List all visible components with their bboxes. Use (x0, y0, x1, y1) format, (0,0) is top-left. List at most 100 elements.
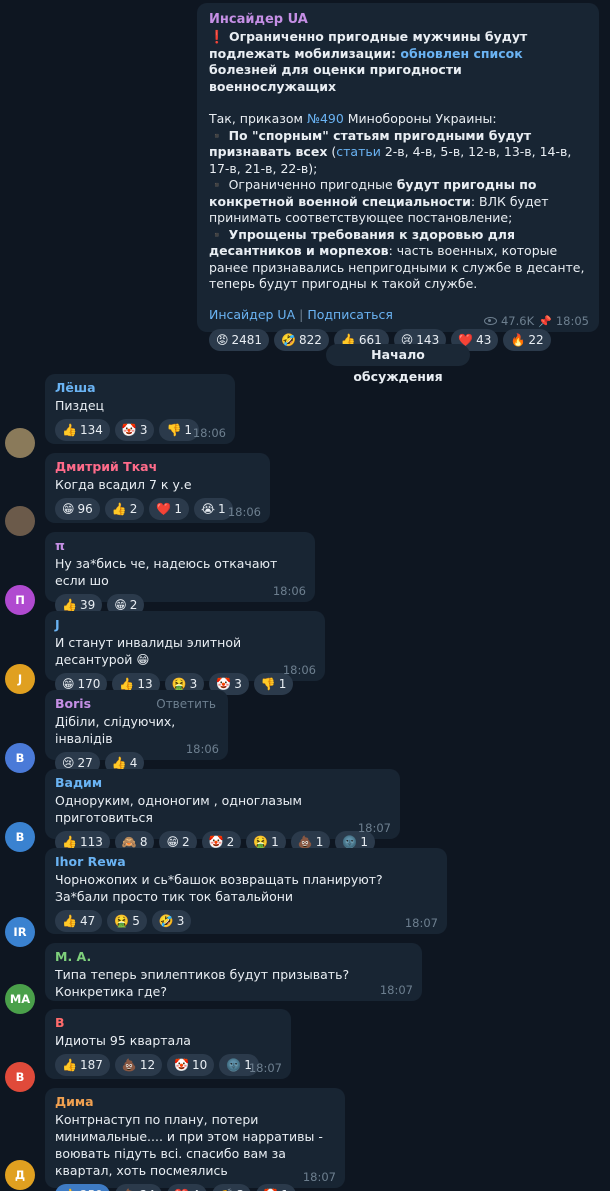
footer-channel-link[interactable]: Инсайдер UA (209, 307, 295, 322)
reaction-pill[interactable]: 👏3 (211, 1184, 252, 1191)
avatar[interactable]: IR (5, 917, 35, 947)
post-bullet-3: ▪️ Упрощены требования к здоровью для де… (209, 227, 587, 293)
reaction-pill[interactable]: 👍259 (55, 1184, 110, 1191)
avatar[interactable]: П (5, 585, 35, 615)
avatar[interactable]: J (5, 664, 35, 694)
comment-reactions: 👍 187 💩 12 🤡 10 🌚 1 (55, 1054, 281, 1076)
comment-author[interactable]: Вадим (55, 775, 390, 791)
comment-text: Идиоты 95 квартала (55, 1033, 191, 1048)
bullet-2-a: Ограниченно пригодные (228, 177, 397, 192)
reaction-emoji-icon: ❤️ (156, 502, 172, 516)
comment-author[interactable]: M. A. (55, 949, 412, 965)
reaction-pill[interactable]: 😭 1 (193, 498, 233, 520)
reaction-count: 12 (139, 1058, 156, 1072)
order-link[interactable]: №490 (307, 111, 344, 126)
reaction-emoji-icon: 👍 (62, 1058, 77, 1072)
reaction-emoji-icon: 🤡 (216, 677, 232, 691)
reaction-emoji-icon: 😡 (216, 332, 229, 347)
comment-author[interactable]: π (55, 538, 305, 554)
reaction-pill[interactable]: 🤮 5 (107, 910, 147, 932)
comment-author[interactable]: Лёша (55, 380, 225, 396)
reaction-pill[interactable]: 💩24 (114, 1184, 163, 1191)
subscribe-link[interactable]: Подписаться (307, 307, 393, 322)
reaction-emoji-icon: 🔥 (510, 332, 526, 347)
reaction-emoji-icon: 🌚 (342, 835, 358, 849)
comment-text: Чорножопих и сь*башок возвращать планиру… (55, 872, 383, 904)
comment-bubble: Ihor Rewa Чорножопих и сь*башок возвращат… (45, 848, 447, 934)
reaction-count: 3 (176, 914, 185, 928)
reaction-count: 2481 (231, 332, 263, 347)
discussion-start-label: Начало обсуждения (326, 344, 470, 384)
comment-bubble: Дмитрий Ткач Когда всадил 7 к у.е 😁 96 👍 2 ❤️ 1… (45, 453, 270, 523)
reaction-emoji-icon: 👎 (166, 423, 182, 437)
reaction-pill[interactable]: 😁 96 (55, 498, 100, 520)
comment-text: Контрнаступ по плану, потери минимальные… (55, 1112, 323, 1178)
comment-author[interactable]: В (55, 1015, 281, 1031)
reaction-emoji-icon: 🤮 (253, 835, 269, 849)
reaction-count: 27 (77, 756, 93, 770)
reaction-pill[interactable]: 👍 47 (55, 910, 103, 932)
reaction-pill[interactable]: 👍 2 (104, 498, 145, 520)
views-count: 47.6K (500, 314, 535, 328)
reaction-emoji-icon: 😁 (62, 502, 75, 516)
post-headline-link[interactable]: обновлен список (400, 46, 522, 61)
avatar[interactable]: MA (5, 984, 35, 1014)
reaction-emoji-icon: 🤡 (208, 835, 224, 849)
reaction-emoji-icon: 🌚 (226, 1058, 242, 1072)
reaction-pill[interactable]: 🤣 3 (151, 910, 192, 932)
reaction-emoji-icon: 👍 (62, 598, 77, 612)
reaction-count: 39 (79, 598, 96, 612)
reaction-count: 170 (77, 677, 101, 691)
reaction-pill[interactable]: 🤡 10 (167, 1054, 215, 1076)
reaction-pill[interactable]: 🤣 822 (274, 328, 329, 351)
reaction-count: 3 (234, 677, 242, 691)
reaction-count: 96 (77, 502, 93, 516)
reaction-emoji-icon: 👍 (62, 914, 77, 928)
reaction-count: 2 (129, 598, 138, 612)
post-channel-name[interactable]: Инсайдер UA (209, 11, 587, 29)
comment-author[interactable]: Дима (55, 1094, 335, 1110)
avatar[interactable] (5, 428, 35, 458)
comment-time: 18:07 (302, 1170, 336, 1184)
avatar[interactable]: В (5, 1062, 35, 1092)
comment-bubble: Вадим Одноруким, одноногим , одноглазым п… (45, 769, 400, 853)
reaction-pill[interactable]: 🔥 22 (503, 328, 551, 351)
comment-text: Пиздец (55, 398, 105, 413)
comment-author[interactable]: Ihor Rewa (55, 854, 437, 870)
reaction-emoji-icon: 💩 (297, 835, 313, 849)
avatar[interactable]: В (5, 822, 35, 852)
reaction-count: 1 (278, 677, 287, 691)
comment-bubble: Дима Контрнаступ по плану, потери минимал… (45, 1088, 345, 1191)
reaction-count: 4 (129, 756, 138, 770)
reaction-count: 8 (139, 835, 148, 849)
bullet-icon: ▪️ (209, 127, 225, 143)
reaction-count: 1 (360, 835, 368, 849)
footer-separator: | (299, 306, 304, 322)
reaction-pill[interactable]: ❤️ 1 (149, 498, 189, 520)
reaction-count: 5 (132, 914, 140, 928)
reaction-pill[interactable]: 🤡1 (256, 1184, 296, 1191)
reaction-pill[interactable]: 🤡 3 (114, 419, 155, 441)
reaction-pill[interactable]: 😡 2481 (209, 328, 270, 351)
comment-author[interactable]: Дмитрий Ткач (55, 459, 260, 475)
intro-text-b: Минобороны Украины: (343, 111, 497, 126)
reaction-pill[interactable]: ❤️4 (167, 1184, 207, 1191)
avatar[interactable] (5, 506, 35, 536)
exclamation-icon: ❗ (209, 29, 225, 44)
comment-author[interactable]: J (55, 617, 315, 633)
articles-link[interactable]: статьи (336, 144, 381, 159)
reaction-count: 822 (299, 332, 322, 347)
post-bullet-1: ▪️ По "спорным" статьям пригодными будут… (209, 128, 587, 178)
comment-time: 18:07 (357, 821, 391, 835)
comment-bubble: Boris Ответить Дібіли, слідуючих, інваліді… (45, 690, 228, 774)
bullet-1-open: ( (327, 144, 337, 159)
reaction-pill[interactable]: 👍 187 (55, 1054, 110, 1076)
avatar[interactable]: Д (5, 1160, 35, 1190)
reaction-pill[interactable]: 👍 134 (55, 419, 110, 441)
avatar[interactable]: B (5, 743, 35, 773)
reaction-count: 47 (79, 914, 96, 928)
reply-button[interactable]: Ответить (156, 697, 216, 711)
comment-bubble: В Идиоты 95 квартала 👍 187 💩 12 🤡 10 🌚 1 18:07 (45, 1009, 291, 1079)
reaction-count: 13 (137, 677, 153, 691)
reaction-pill[interactable]: 💩 12 (114, 1054, 163, 1076)
